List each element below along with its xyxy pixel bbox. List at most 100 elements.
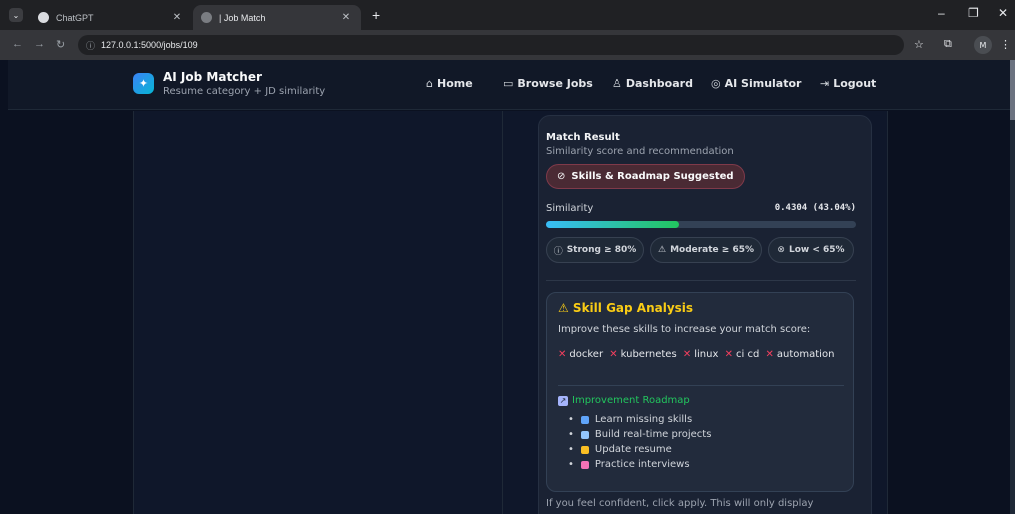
- threshold-moderate-label: Moderate ≥ 65%: [670, 245, 755, 255]
- cross-icon: ✕: [724, 349, 733, 360]
- briefcase-icon: ▭: [503, 77, 514, 90]
- cross-icon: ✕: [609, 349, 618, 360]
- roadmap-item-text: Practice interviews: [594, 459, 690, 470]
- nav-browse-jobs-label: Browse Jobs: [517, 77, 593, 90]
- skill-gap-title: ⚠ Skill Gap Analysis: [558, 301, 694, 315]
- roadmap-item-text: Build real-time projects: [594, 429, 712, 440]
- similarity-fill: [546, 221, 679, 228]
- missing-skill-name: docker: [569, 349, 604, 360]
- laptop-icon: [580, 430, 589, 439]
- check-circle-icon: ⊘: [557, 171, 566, 182]
- chatgpt-favicon-icon: [38, 12, 49, 23]
- roadmap-item-text: Update resume: [594, 444, 672, 455]
- page-scrollbar[interactable]: [1010, 60, 1015, 514]
- nav-logout[interactable]: ⇥ Logout: [820, 77, 876, 90]
- sparkle-logo-icon: ✦: [133, 73, 154, 94]
- app-navbar: ✦ AI Job Matcher Resume category + JD si…: [8, 60, 1010, 110]
- user-icon: ♙: [612, 77, 622, 90]
- browser-toolbar: ← → ↻ ⓘ 127.0.0.1:5000/jobs/109 ☆ ⧉ ⋮: [0, 30, 1015, 60]
- nav-browse-jobs[interactable]: ▭ Browse Jobs: [503, 77, 593, 90]
- nav-dashboard[interactable]: ♙ Dashboard: [612, 77, 693, 90]
- apply-note: If you feel confident, click apply. This…: [546, 498, 814, 509]
- missing-skill-name: ci cd: [735, 349, 760, 360]
- tab-search-icon[interactable]: ⌄: [9, 8, 23, 22]
- bullet: •: [568, 459, 574, 470]
- missing-skill-name: kubernetes: [620, 349, 677, 360]
- home-icon: ⌂: [426, 77, 433, 90]
- missing-skill-name: linux: [694, 349, 719, 360]
- browser-tab-job-match[interactable]: | Job Match ✕: [193, 5, 361, 30]
- profile-avatar[interactable]: M: [974, 36, 992, 54]
- nav-logout-label: Logout: [833, 77, 877, 90]
- nav-ai-simulator[interactable]: ◎ AI Simulator: [711, 77, 801, 90]
- close-icon[interactable]: ✕: [170, 12, 184, 23]
- missing-skill-name: automation: [776, 349, 835, 360]
- roadmap-item: • Practice interviews: [568, 457, 711, 472]
- nav-ai-simulator-label: AI Simulator: [724, 77, 802, 90]
- scrollbar-thumb[interactable]: [1010, 60, 1015, 120]
- threshold-strong: ⓘ Strong ≥ 80%: [546, 237, 644, 263]
- threshold-moderate: ⚠ Moderate ≥ 65%: [650, 237, 762, 263]
- missing-skills-list: ✕ docker ✕ kubernetes ✕ linux ✕ ci cd ✕ autom…: [558, 347, 848, 363]
- roadmap-item: • Update resume: [568, 442, 711, 457]
- nav-dashboard-label: Dashboard: [625, 77, 693, 90]
- loading-favicon-icon: [201, 12, 212, 23]
- logout-icon: ⇥: [820, 77, 830, 90]
- missing-skill: ✕ ci cd: [725, 349, 760, 360]
- browser-tab-chatgpt[interactable]: ChatGPT ✕: [30, 5, 192, 30]
- x-circle-icon: ⊗: [777, 245, 785, 255]
- info-icon: ⓘ: [553, 246, 563, 257]
- skill-gap-subtitle: Improve these skills to increase your ma…: [558, 324, 811, 335]
- missing-skill: ✕ linux: [683, 349, 719, 360]
- section-divider: [546, 280, 856, 281]
- missing-skill: ✕ automation: [765, 349, 834, 360]
- kebab-menu-icon[interactable]: ⋮: [1000, 38, 1011, 51]
- back-arrow-icon[interactable]: ←: [12, 38, 23, 50]
- cross-icon: ✕: [765, 349, 774, 360]
- site-info-icon[interactable]: ⓘ: [86, 39, 95, 52]
- roadmap-list: • Learn missing skills • Build real-time p…: [568, 412, 711, 472]
- address-bar[interactable]: ⓘ 127.0.0.1:5000/jobs/109: [78, 35, 904, 55]
- bookmark-star-icon[interactable]: ☆: [914, 38, 924, 51]
- missing-skill: ✕ docker: [558, 349, 603, 360]
- reload-icon[interactable]: ↻: [56, 38, 65, 51]
- minimize-icon[interactable]: –: [938, 6, 945, 20]
- roadmap-item: • Build real-time projects: [568, 427, 711, 442]
- nav-home-label: Home: [436, 77, 473, 90]
- target-practice-icon: [580, 460, 589, 469]
- similarity-label: Similarity: [546, 203, 594, 214]
- cross-icon: ✕: [682, 349, 692, 360]
- recommendation-badge: ⊘ Skills & Roadmap Suggested: [546, 164, 745, 189]
- missing-skill: ✕ kubernetes: [609, 349, 676, 360]
- recommendation-text: Skills & Roadmap Suggested: [571, 171, 734, 182]
- nav-home[interactable]: ⌂ Home: [426, 77, 473, 90]
- books-icon: [580, 415, 589, 424]
- roadmap-divider: [558, 385, 844, 386]
- close-icon[interactable]: ✕: [339, 12, 353, 23]
- window-close-icon[interactable]: ✕: [998, 6, 1008, 20]
- roadmap-title-text: Improvement Roadmap: [572, 395, 690, 406]
- similarity-value: 0.4304 (43.04%): [774, 203, 856, 213]
- maximize-icon[interactable]: ❐: [968, 6, 979, 20]
- chart-icon: ↗: [558, 396, 568, 406]
- roadmap-item: • Learn missing skills: [568, 412, 711, 427]
- url-text: 127.0.0.1:5000/jobs/109: [101, 40, 198, 50]
- browser-tab-strip: ⌄ ChatGPT ✕ | Job Match ✕ + – ❐ ✕: [0, 0, 1015, 30]
- forward-arrow-icon[interactable]: →: [34, 38, 45, 50]
- page-viewport: ✦ AI Job Matcher Resume category + JD si…: [8, 60, 1010, 514]
- new-tab-icon[interactable]: +: [372, 7, 380, 23]
- warning-icon: ⚠: [657, 245, 667, 255]
- extensions-icon[interactable]: ⧉: [944, 38, 952, 51]
- threshold-low-label: Low < 65%: [788, 245, 845, 255]
- brand-title: AI Job Matcher: [163, 70, 262, 84]
- roadmap-item-text: Learn missing skills: [594, 414, 693, 425]
- threshold-strong-label: Strong ≥ 80%: [566, 245, 637, 255]
- cross-icon: ✕: [558, 349, 567, 360]
- brand-subtitle: Resume category + JD similarity: [163, 86, 326, 97]
- document-icon: [580, 445, 589, 454]
- bullet: •: [568, 429, 574, 440]
- bullet: •: [568, 444, 574, 455]
- roadmap-title: ↗ Improvement Roadmap: [558, 395, 690, 406]
- bullet: •: [568, 414, 574, 425]
- job-details-panel: [133, 111, 503, 514]
